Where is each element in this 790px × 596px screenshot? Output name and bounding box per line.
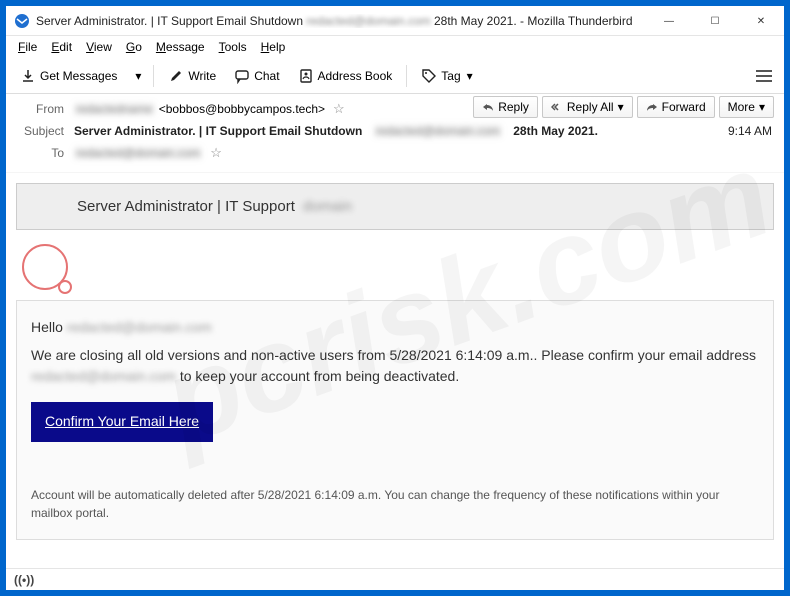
menu-view[interactable]: View [80,38,118,56]
menu-message[interactable]: Message [150,38,211,56]
subject-label: Subject [16,124,64,138]
tag-icon [421,68,437,84]
statusbar: ((•)) [6,568,784,590]
reply-all-icon [551,101,563,113]
activity-icon: ((•)) [14,573,34,587]
pencil-icon [168,68,184,84]
decorative-circle-icon [22,244,68,290]
star-contact-icon[interactable]: ☆ [333,101,345,117]
message-body-area: Server Administrator | IT Support domain… [6,173,784,568]
email-banner: Server Administrator | IT Support domain [16,183,774,230]
menu-help[interactable]: Help [255,38,292,56]
email-content: Hello redacted@domain.com We are closing… [16,300,774,540]
banner-text: Server Administrator | IT Support [77,198,295,215]
action-buttons: Reply Reply All ▾ Forward More ▾ [473,96,774,118]
get-messages-button[interactable]: Get Messages [12,64,125,88]
thunderbird-icon [14,13,30,29]
separator [153,65,154,87]
write-button[interactable]: Write [160,64,224,88]
minimize-button[interactable]: — [646,6,692,36]
titlebar: Server Administrator. | IT Support Email… [6,6,784,36]
address-book-icon [298,68,314,84]
banner-blurred: domain [303,198,352,215]
to-blurred: redacted@domain.com [74,146,202,160]
footnote-text: Account will be automatically deleted af… [31,486,759,523]
from-name-blurred: redactedname [74,102,155,116]
subject-text-2: 28th May 2021. [513,124,598,138]
reply-button[interactable]: Reply [473,96,538,118]
reply-all-button[interactable]: Reply All ▾ [542,96,633,118]
separator [406,65,407,87]
confirm-email-button[interactable]: Confirm Your Email Here [31,402,213,442]
from-email: <bobbos@bobbycampos.tech> [159,102,325,116]
subject-blurred: redacted@domain.com [374,124,502,138]
menu-hamburger-button[interactable] [750,62,778,90]
window-controls: — ☐ ✕ [646,6,784,35]
toolbar: Get Messages ▾ Write Chat Address Book T… [6,58,784,94]
app-window: Server Administrator. | IT Support Email… [6,6,784,590]
greeting-line: Hello redacted@domain.com [31,317,759,339]
tag-button[interactable]: Tag ▾ [413,64,480,88]
message-time: 9:14 AM [728,124,772,138]
forward-button[interactable]: Forward [637,96,715,118]
chat-button[interactable]: Chat [226,64,287,88]
maximize-button[interactable]: ☐ [692,6,738,36]
address-book-button[interactable]: Address Book [290,64,401,88]
close-button[interactable]: ✕ [738,6,784,36]
download-icon [20,68,36,84]
reply-icon [482,101,494,113]
to-row: To redacted@domain.com ☆ [16,142,774,164]
subject-row: Subject Server Administrator. | IT Suppo… [16,120,774,142]
menu-tools[interactable]: Tools [213,38,253,56]
menu-go[interactable]: Go [120,38,148,56]
menubar: File Edit View Go Message Tools Help [6,36,784,58]
more-button[interactable]: More ▾ [719,96,774,118]
chat-icon [234,68,250,84]
get-messages-dropdown[interactable]: ▾ [127,65,147,87]
star-recipient-icon[interactable]: ☆ [210,145,222,161]
message-header: Reply Reply All ▾ Forward More ▾ From re… [6,94,784,173]
to-label: To [16,146,64,160]
menu-edit[interactable]: Edit [45,38,78,56]
window-title: Server Administrator. | IT Support Email… [36,14,646,28]
forward-icon [646,101,658,113]
body-text: We are closing all old versions and non-… [31,345,759,388]
subject-text: Server Administrator. | IT Support Email… [74,124,362,138]
menu-file[interactable]: File [12,38,43,56]
from-label: From [16,102,64,116]
